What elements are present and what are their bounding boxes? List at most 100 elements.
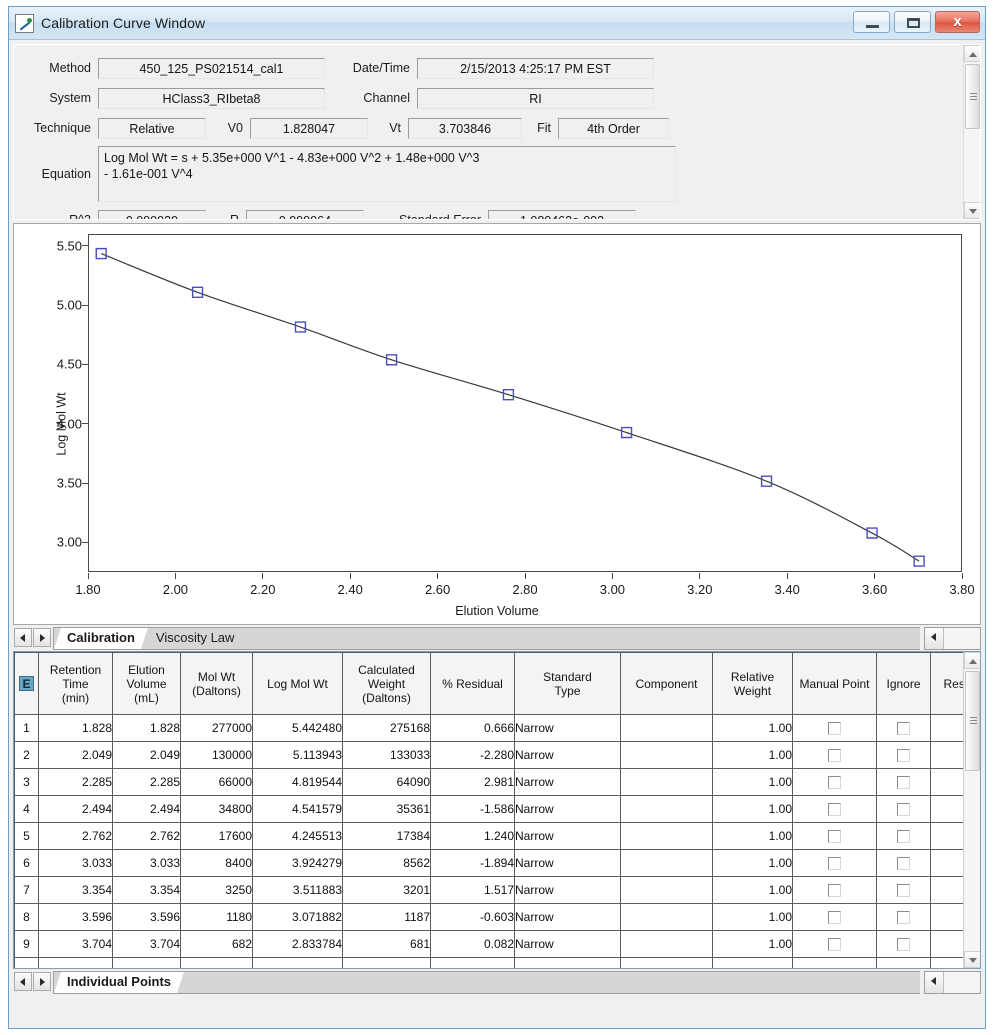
scroll-down-button[interactable] [964, 202, 980, 219]
r-field[interactable]: 0.999964 [246, 209, 364, 219]
minimize-button[interactable] [853, 11, 890, 33]
cell-elution-volume[interactable]: 3.354 [112, 876, 181, 904]
cell-mol-wt[interactable]: 1180 [180, 903, 253, 931]
cell-relative-weight[interactable]: 1.00 [712, 741, 793, 769]
column-header-retention[interactable]: Retention Time (min) [38, 652, 113, 715]
cell-empty[interactable] [712, 957, 793, 968]
row-number[interactable]: 4 [14, 795, 39, 823]
cell-mol-wt[interactable]: 3250 [180, 876, 253, 904]
fit-field[interactable]: 4th Order [558, 117, 669, 139]
cell-log-mol-wt[interactable]: 5.113943 [252, 741, 343, 769]
cell-ignore[interactable] [876, 849, 931, 877]
cell-ignore[interactable] [876, 903, 931, 931]
ignore-checkbox[interactable] [897, 884, 910, 898]
cell-ignore[interactable] [876, 876, 931, 904]
cell-calculated-weight[interactable]: 133033 [342, 741, 431, 769]
standard-error-field[interactable]: 1.080462e-002 [488, 209, 636, 219]
cell-component[interactable] [620, 822, 713, 850]
cell-retention-time[interactable]: 3.596 [38, 903, 113, 931]
table-row[interactable]: 4 2.494 2.494 34800 4.541579 35361 -1.586 Narro… [14, 795, 980, 823]
cell-calculated-weight[interactable]: 1187 [342, 903, 431, 931]
cell-relative-weight[interactable]: 1.00 [712, 876, 793, 904]
bottom-tab-scroll-track[interactable] [944, 972, 980, 993]
cell-calculated-weight[interactable]: 8562 [342, 849, 431, 877]
cell-relative-weight[interactable]: 1.00 [712, 714, 793, 742]
cell-retention-time[interactable]: 2.494 [38, 795, 113, 823]
datetime-field[interactable]: 2/15/2013 4:25:17 PM EST [417, 57, 654, 79]
cell-relative-weight[interactable]: 1.00 [712, 768, 793, 796]
column-header-ignore[interactable]: Ignore [876, 652, 931, 715]
cell-relative-weight[interactable]: 1.00 [712, 849, 793, 877]
cell-empty[interactable] [112, 957, 181, 968]
cell-component[interactable] [620, 714, 713, 742]
table-row[interactable]: 2 2.049 2.049 130000 5.113943 133033 -2.280 Nar… [14, 741, 980, 769]
cell-empty[interactable] [180, 957, 253, 968]
equation-field[interactable]: Log Mol Wt = s + 5.35e+000 V^1 - 4.83e+0… [98, 146, 676, 202]
bottom-tab-next-button[interactable] [33, 972, 51, 991]
table-row[interactable]: 3 2.285 2.285 66000 4.819544 64090 2.981 Narrow… [14, 768, 980, 796]
cell-ignore[interactable] [876, 714, 931, 742]
cell-ignore[interactable] [876, 741, 931, 769]
cell-relative-weight[interactable]: 1.00 [712, 930, 793, 958]
cell-pct-residual[interactable]: 0.666 [430, 714, 515, 742]
row-number[interactable]: 1 [14, 714, 39, 742]
cell-elution-volume[interactable]: 1.828 [112, 714, 181, 742]
cell-retention-time[interactable]: 1.828 [38, 714, 113, 742]
bottom-tab-individual-points[interactable]: Individual Points [54, 972, 184, 993]
cell-component[interactable] [620, 741, 713, 769]
cell-standard-type[interactable]: Narrow [514, 714, 621, 742]
row-number[interactable] [14, 957, 39, 968]
bottom-tab-scroll-left-button[interactable] [925, 972, 944, 993]
info-panel-scrollbar[interactable] [963, 45, 980, 219]
title-bar[interactable]: Calibration Curve Window x [9, 7, 985, 40]
table-row[interactable]: 7 3.354 3.354 3250 3.511883 3201 1.517 Narrow 1.… [14, 876, 980, 904]
vt-field[interactable]: 3.703846 [408, 117, 522, 139]
chart-plot-area[interactable] [88, 234, 962, 572]
chart-tab-next-button[interactable] [33, 628, 51, 647]
cell-log-mol-wt[interactable]: 4.819544 [252, 768, 343, 796]
column-header-component[interactable]: Component [620, 652, 713, 715]
table-scrollbar-thumb[interactable] [965, 671, 980, 771]
cell-retention-time[interactable]: 3.354 [38, 876, 113, 904]
cell-empty[interactable] [876, 957, 931, 968]
manual-point-checkbox[interactable] [828, 830, 841, 844]
system-field[interactable]: HClass3_RIbeta8 [98, 87, 325, 109]
cell-empty[interactable] [38, 957, 113, 968]
row-number[interactable]: 9 [14, 930, 39, 958]
ignore-checkbox[interactable] [897, 938, 910, 952]
cell-component[interactable] [620, 930, 713, 958]
table-row[interactable]: 5 2.762 2.762 17600 4.245513 17384 1.240 Narrow… [14, 822, 980, 850]
table-row[interactable]: 8 3.596 3.596 1180 3.071882 1187 -0.603 Narrow 1… [14, 903, 980, 931]
cell-manual-point[interactable] [792, 822, 877, 850]
manual-point-checkbox[interactable] [828, 722, 841, 736]
table-row[interactable]: 1 1.828 1.828 277000 5.442480 275168 0.666 Narr… [14, 714, 980, 742]
cell-mol-wt[interactable]: 682 [180, 930, 253, 958]
manual-point-checkbox[interactable] [828, 938, 841, 952]
table-row[interactable]: 6 3.033 3.033 8400 3.924279 8562 -1.894 Narrow 1… [14, 849, 980, 877]
cell-retention-time[interactable]: 2.285 [38, 768, 113, 796]
cell-empty[interactable] [514, 957, 621, 968]
cell-retention-time[interactable]: 2.049 [38, 741, 113, 769]
cell-ignore[interactable] [876, 795, 931, 823]
cell-log-mol-wt[interactable]: 3.071882 [252, 903, 343, 931]
column-header-standard[interactable]: Standard Type [514, 652, 621, 715]
cell-ignore[interactable] [876, 822, 931, 850]
cell-standard-type[interactable]: Narrow [514, 795, 621, 823]
cell-empty[interactable] [430, 957, 515, 968]
cell-pct-residual[interactable]: 0.082 [430, 930, 515, 958]
cell-relative-weight[interactable]: 1.00 [712, 795, 793, 823]
ignore-checkbox[interactable] [897, 722, 910, 736]
row-number[interactable]: 5 [14, 822, 39, 850]
scroll-up-button[interactable] [964, 45, 980, 62]
chart-tab-prev-button[interactable] [14, 628, 32, 647]
cell-mol-wt[interactable]: 17600 [180, 822, 253, 850]
channel-field[interactable]: RI [417, 87, 654, 109]
manual-point-checkbox[interactable] [828, 749, 841, 763]
cell-manual-point[interactable] [792, 741, 877, 769]
r-squared-field[interactable]: 0.999929 [98, 209, 206, 219]
cell-component[interactable] [620, 795, 713, 823]
cell-manual-point[interactable] [792, 903, 877, 931]
ignore-checkbox[interactable] [897, 857, 910, 871]
row-number[interactable]: 3 [14, 768, 39, 796]
row-number[interactable]: 2 [14, 741, 39, 769]
